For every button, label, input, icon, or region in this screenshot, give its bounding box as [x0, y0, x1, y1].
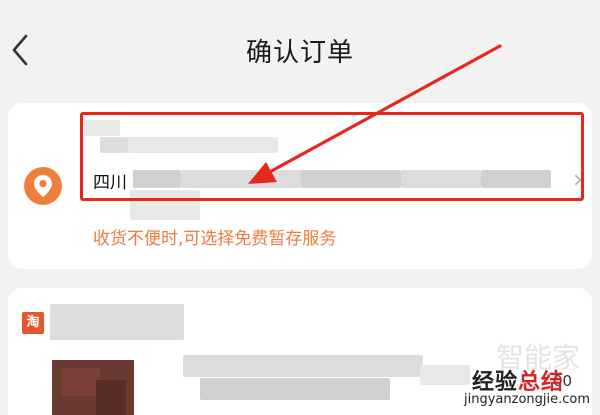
shop-badge-icon: 淘 — [22, 312, 44, 334]
blurred-product-title — [183, 355, 423, 377]
watermark-url: jingyanzongjie.com — [464, 392, 591, 407]
blurred-shop-name — [50, 304, 184, 340]
product-image[interactable] — [52, 360, 134, 415]
blurred-text — [420, 365, 470, 385]
blurred-product-title — [200, 378, 390, 400]
